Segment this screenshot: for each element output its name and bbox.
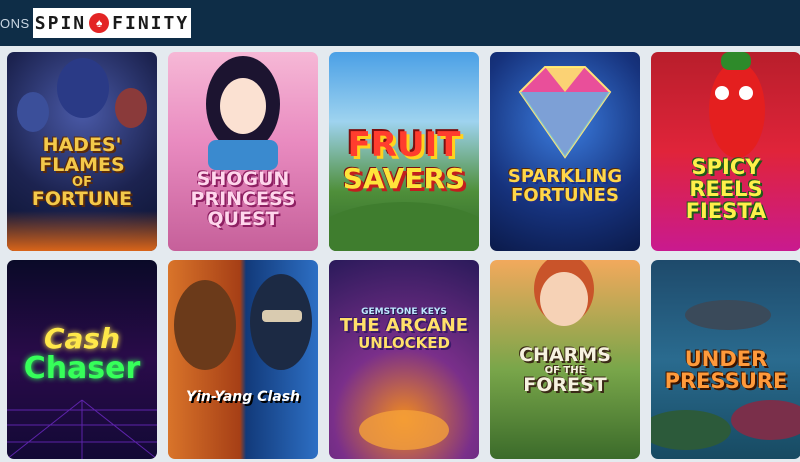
game-tile-spicy-reels-fiesta[interactable]: Spicy Reels Fiesta <box>651 52 800 251</box>
game-title: Cash Chaser <box>23 322 141 387</box>
game-title: Shogun Princess Quest <box>190 168 296 230</box>
top-bar: ONS SPIN ♠ FINITY <box>0 0 800 46</box>
game-tile-hades-flames-of-fortune[interactable]: Hades' Flames of Fortune <box>7 52 157 251</box>
game-tile-charms-of-the-forest[interactable]: Charms of the Forest <box>490 260 640 459</box>
nav-item-promotions[interactable]: ONS <box>0 16 30 31</box>
game-title: Hades' Flames of Fortune <box>31 134 133 210</box>
game-tile-under-pressure[interactable]: Under Pressure <box>651 260 800 459</box>
game-title: Sparkling Fortunes <box>507 166 623 206</box>
spade-icon: ♠ <box>89 13 110 33</box>
game-art <box>329 260 479 459</box>
site-logo[interactable]: SPIN ♠ FINITY <box>33 8 191 38</box>
logo-text-left: SPIN <box>34 12 87 34</box>
game-tile-fruit-savers[interactable]: Fruit Savers <box>329 52 479 251</box>
game-tile-sparkling-fortunes[interactable]: Sparkling Fortunes <box>490 52 640 251</box>
game-tile-the-arcane-unlocked[interactable]: Gemstone Keys The Arcane Unlocked <box>329 260 479 459</box>
game-title: Yin-Yang Clash <box>185 389 300 405</box>
game-tile-yin-yang-clash[interactable]: Yin-Yang Clash <box>168 260 318 459</box>
game-title: Spicy Reels Fiesta <box>685 155 767 224</box>
game-art <box>490 52 640 251</box>
logo-text-right: FINITY <box>112 12 190 34</box>
game-title: Charms of the Forest <box>519 344 611 397</box>
game-tile-shogun-princess-quest[interactable]: Shogun Princess Quest <box>168 52 318 251</box>
game-title: Under Pressure <box>664 347 788 394</box>
game-tile-cash-chaser[interactable]: Cash Chaser <box>7 260 157 459</box>
game-title: Gemstone Keys The Arcane Unlocked <box>339 307 469 353</box>
game-art <box>168 260 318 459</box>
game-title: Fruit Savers <box>342 125 466 195</box>
